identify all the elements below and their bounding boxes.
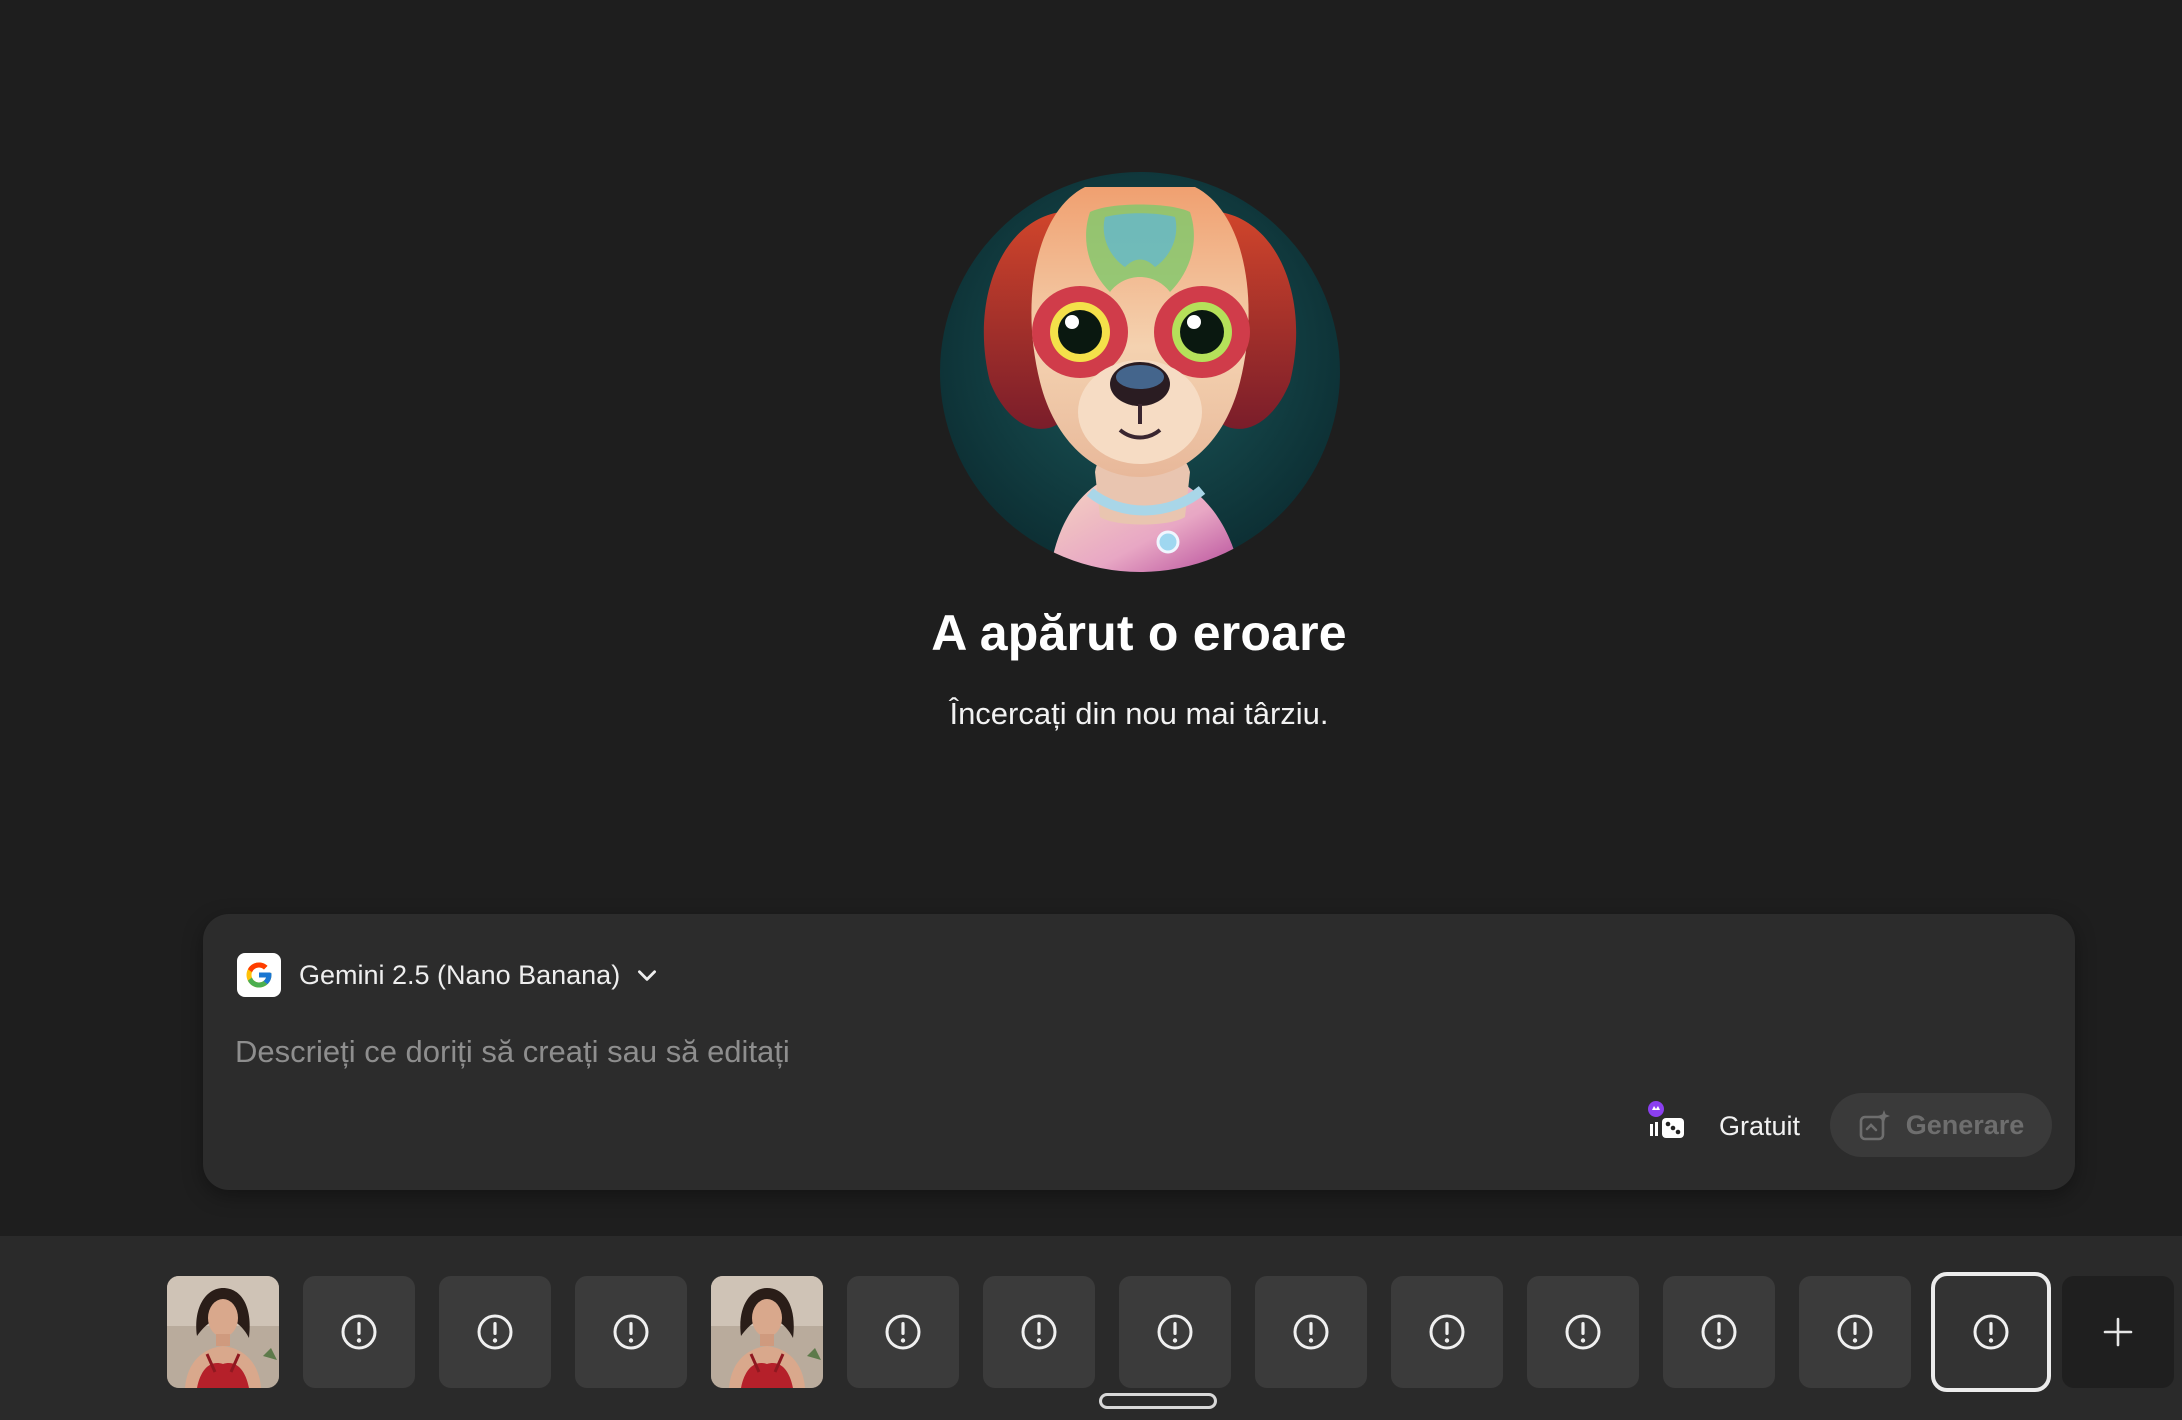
thumbnail-photo[interactable] xyxy=(711,1276,823,1388)
credit-dice-icon xyxy=(1648,1101,1684,1138)
error-subtitle: Încercați din nou mai târziu. xyxy=(949,696,1329,731)
error-illustration xyxy=(940,172,1340,572)
thumbnail-error[interactable] xyxy=(575,1276,687,1388)
alert-circle-icon xyxy=(1021,1314,1057,1350)
alert-circle-icon xyxy=(1973,1314,2009,1350)
filmstrip-scroll-indicator[interactable] xyxy=(1099,1393,1217,1409)
alert-circle-icon xyxy=(341,1314,377,1350)
portrait-photo-icon xyxy=(711,1276,823,1388)
model-selector[interactable]: Gemini 2.5 (Nano Banana) xyxy=(237,952,660,998)
alert-circle-icon xyxy=(1157,1314,1193,1350)
thumbnail-error[interactable] xyxy=(1799,1276,1911,1388)
generate-button[interactable]: Generare xyxy=(1830,1093,2052,1157)
alert-circle-icon xyxy=(1293,1314,1329,1350)
alert-circle-icon xyxy=(1701,1314,1737,1350)
generation-filmstrip xyxy=(0,1236,2182,1420)
error-title: A apărut o eroare xyxy=(931,605,1347,661)
thumbnail-error[interactable] xyxy=(1391,1276,1503,1388)
google-g-icon xyxy=(237,953,281,997)
thumbnail-error[interactable] xyxy=(847,1276,959,1388)
chevron-down-icon xyxy=(638,970,657,981)
thumbnail-error[interactable] xyxy=(1931,1272,2051,1392)
alert-circle-icon xyxy=(1429,1314,1465,1350)
thumbnail-error[interactable] xyxy=(1119,1276,1231,1388)
app-page: A apărut o eroare Încercați din nou mai … xyxy=(0,0,2182,1420)
thumbnail-error[interactable] xyxy=(1527,1276,1639,1388)
generate-label: Generare xyxy=(1905,1109,2025,1140)
generate-sparkle-icon xyxy=(1859,1110,1890,1141)
dog-illustration-icon xyxy=(940,172,1340,572)
add-button[interactable] xyxy=(2062,1276,2174,1388)
alert-circle-icon xyxy=(477,1314,513,1350)
model-name: Gemini 2.5 (Nano Banana) xyxy=(299,959,621,990)
prompt-input[interactable] xyxy=(235,1028,2015,1076)
thumbnail-error[interactable] xyxy=(1255,1276,1367,1388)
thumbnail-error[interactable] xyxy=(983,1276,1095,1388)
plus-icon xyxy=(2103,1317,2133,1347)
alert-circle-icon xyxy=(885,1314,921,1350)
alert-circle-icon xyxy=(613,1314,649,1350)
prompt-panel: Gemini 2.5 (Nano Banana) Gratuit Generar… xyxy=(203,914,2075,1190)
thumbnail-error[interactable] xyxy=(1663,1276,1775,1388)
alert-circle-icon xyxy=(1565,1314,1601,1350)
alert-circle-icon xyxy=(1837,1314,1873,1350)
portrait-photo-icon xyxy=(167,1276,279,1388)
thumbnail-error[interactable] xyxy=(303,1276,415,1388)
thumbnail-error[interactable] xyxy=(439,1276,551,1388)
thumbnail-photo[interactable] xyxy=(167,1276,279,1388)
credit-label: Gratuit xyxy=(1719,1111,1801,1141)
